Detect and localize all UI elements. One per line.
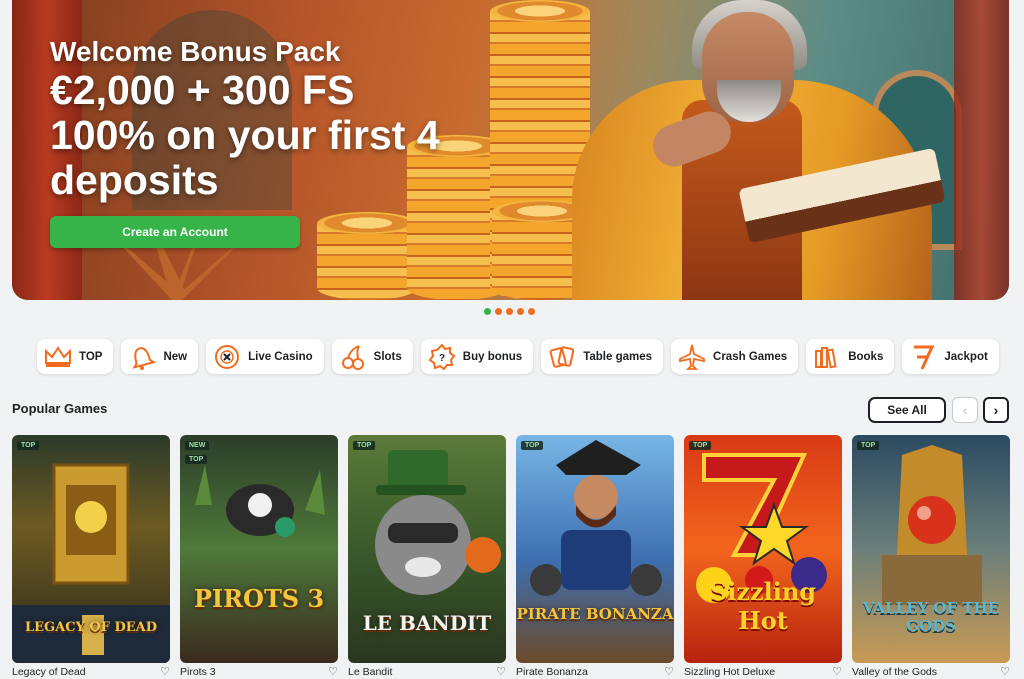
next-arrow-icon[interactable]: › — [983, 397, 1009, 423]
game-card[interactable]: TOP VALLEY OF THE GODS Valley of the God… — [852, 435, 1010, 678]
game-caption: Le Bandit ♡ — [348, 665, 506, 679]
heart-icon[interactable]: ♡ — [328, 665, 338, 678]
create-account-button[interactable]: Create an Account — [50, 216, 300, 248]
game-card[interactable]: TOP LEGACY OF DEAD Legacy of Dead ♡ — [12, 435, 170, 678]
game-caption: Valley of the Gods ♡ — [852, 665, 1010, 679]
carousel-dots — [484, 308, 535, 315]
game-logo: PIRATE BONANZA — [516, 605, 674, 623]
bonus-badge-icon: ? — [428, 342, 456, 370]
carousel-dot[interactable] — [506, 308, 513, 315]
game-badge: TOP — [689, 441, 712, 450]
hero-headline-3: deposits — [50, 157, 219, 203]
game-badge: TOP — [857, 441, 880, 450]
hero-banner[interactable]: Welcome Bonus Pack €2,000 + 300 FS 100% … — [12, 0, 1009, 300]
heart-icon[interactable]: ♡ — [160, 665, 170, 678]
category-label: Slots — [373, 350, 402, 363]
casino-chip-icon — [215, 344, 240, 369]
category-bar: TOP New Live Casino Slots ? Buy bonus Ta… — [37, 339, 999, 374]
category-label: TOP — [79, 350, 103, 363]
game-logo: LEGACY OF DEAD — [24, 620, 157, 635]
category-live-casino[interactable]: Live Casino — [206, 339, 324, 374]
game-logo: LE BANDIT — [362, 611, 492, 635]
category-label: Buy bonus — [462, 350, 523, 363]
game-caption: Pirots 3 ♡ — [180, 665, 338, 679]
category-label: New — [163, 350, 188, 363]
game-badge: TOP — [521, 441, 544, 450]
game-badge: TOP — [185, 455, 208, 464]
heart-icon[interactable]: ♡ — [496, 665, 506, 678]
chip-stack — [317, 212, 417, 300]
hero-text: Welcome Bonus Pack €2,000 + 300 FS 100% … — [50, 36, 440, 203]
game-title: Sizzling Hot Deluxe — [684, 665, 776, 678]
crown-icon — [45, 345, 71, 367]
hero-headline-1: €2,000 + 300 FS — [50, 67, 355, 113]
game-caption: Pirate Bonanza ♡ — [516, 665, 674, 679]
game-title: Le Bandit — [348, 665, 393, 678]
category-top[interactable]: TOP — [37, 339, 114, 374]
category-label: Table games — [583, 350, 653, 363]
carousel-dot[interactable] — [517, 308, 524, 315]
carousel-dot[interactable] — [484, 308, 491, 315]
carousel-dot[interactable] — [528, 308, 535, 315]
category-slots[interactable]: Slots — [331, 339, 413, 374]
category-label: Books — [848, 350, 884, 363]
game-title: Valley of the Gods — [852, 665, 938, 678]
see-all-button[interactable]: See All — [868, 397, 946, 423]
game-thumbnail[interactable]: TOP PIRATE BONANZA — [516, 435, 674, 663]
hero-subtitle: Welcome Bonus Pack — [50, 36, 341, 67]
game-title: Pirots 3 — [180, 665, 216, 678]
heart-icon[interactable]: ♡ — [1000, 665, 1010, 678]
books-icon — [815, 346, 837, 368]
game-logo: Sizzling Hot — [709, 577, 817, 635]
game-logo: VALLEY OF THE GODS — [862, 599, 1000, 635]
game-caption: Legacy of Dead ♡ — [12, 665, 170, 679]
game-thumbnail[interactable]: TOP Sizzling Hot — [684, 435, 842, 663]
game-title: Legacy of Dead — [12, 665, 86, 678]
curtain-decoration — [954, 0, 1009, 300]
game-logo: PIROTS 3 — [193, 584, 325, 613]
game-card[interactable]: TOP LE BANDIT Le Bandit ♡ — [348, 435, 506, 678]
game-thumbnail[interactable]: NEW TOP PIROTS 3 — [180, 435, 338, 663]
category-label: Crash Games — [713, 350, 788, 363]
category-label: Jackpot — [944, 350, 988, 363]
game-card[interactable]: TOP PIRATE BONANZA Pirate Bonanza ♡ — [516, 435, 674, 678]
prev-arrow-icon[interactable]: ‹ — [952, 397, 978, 423]
playing-cards-icon — [549, 345, 575, 368]
game-art — [195, 465, 325, 537]
category-buy-bonus[interactable]: ? Buy bonus — [420, 339, 534, 374]
svg-text:?: ? — [439, 353, 445, 364]
game-card[interactable]: TOP Sizzling Hot Sizzling Hot Deluxe ♡ — [684, 435, 842, 678]
game-art — [530, 440, 662, 596]
game-badge: NEW — [185, 441, 210, 450]
game-badge: TOP — [353, 441, 376, 450]
category-crash-games[interactable]: Crash Games — [671, 339, 799, 374]
game-caption: Sizzling Hot Deluxe ♡ — [684, 665, 842, 679]
game-thumbnail[interactable]: TOP VALLEY OF THE GODS — [852, 435, 1010, 663]
section-title: Popular Games — [12, 401, 108, 416]
category-books[interactable]: Books — [806, 339, 895, 374]
category-jackpot[interactable]: Jackpot — [902, 339, 999, 374]
carousel-dot[interactable] — [495, 308, 502, 315]
hero-headline-2: 100% on your first 4 — [50, 112, 440, 158]
cherries-icon — [341, 344, 364, 370]
heart-icon[interactable]: ♡ — [832, 665, 842, 678]
category-table-games[interactable]: Table games — [541, 339, 664, 374]
game-badge: TOP — [17, 441, 40, 450]
category-new[interactable]: New — [121, 339, 199, 374]
game-card[interactable]: NEW TOP PIROTS 3 Pirots 3 ♡ — [180, 435, 338, 678]
game-title: Pirate Bonanza — [516, 665, 588, 678]
category-label: Live Casino — [248, 350, 313, 363]
game-thumbnail[interactable]: TOP LEGACY OF DEAD — [12, 435, 170, 663]
heart-icon[interactable]: ♡ — [664, 665, 674, 678]
bell-icon — [132, 346, 157, 370]
games-row: TOP LEGACY OF DEAD Legacy of Dead ♡ NEW … — [12, 435, 1010, 678]
airplane-icon — [679, 344, 705, 370]
seven-icon — [914, 345, 935, 370]
game-thumbnail[interactable]: TOP LE BANDIT — [348, 435, 506, 663]
